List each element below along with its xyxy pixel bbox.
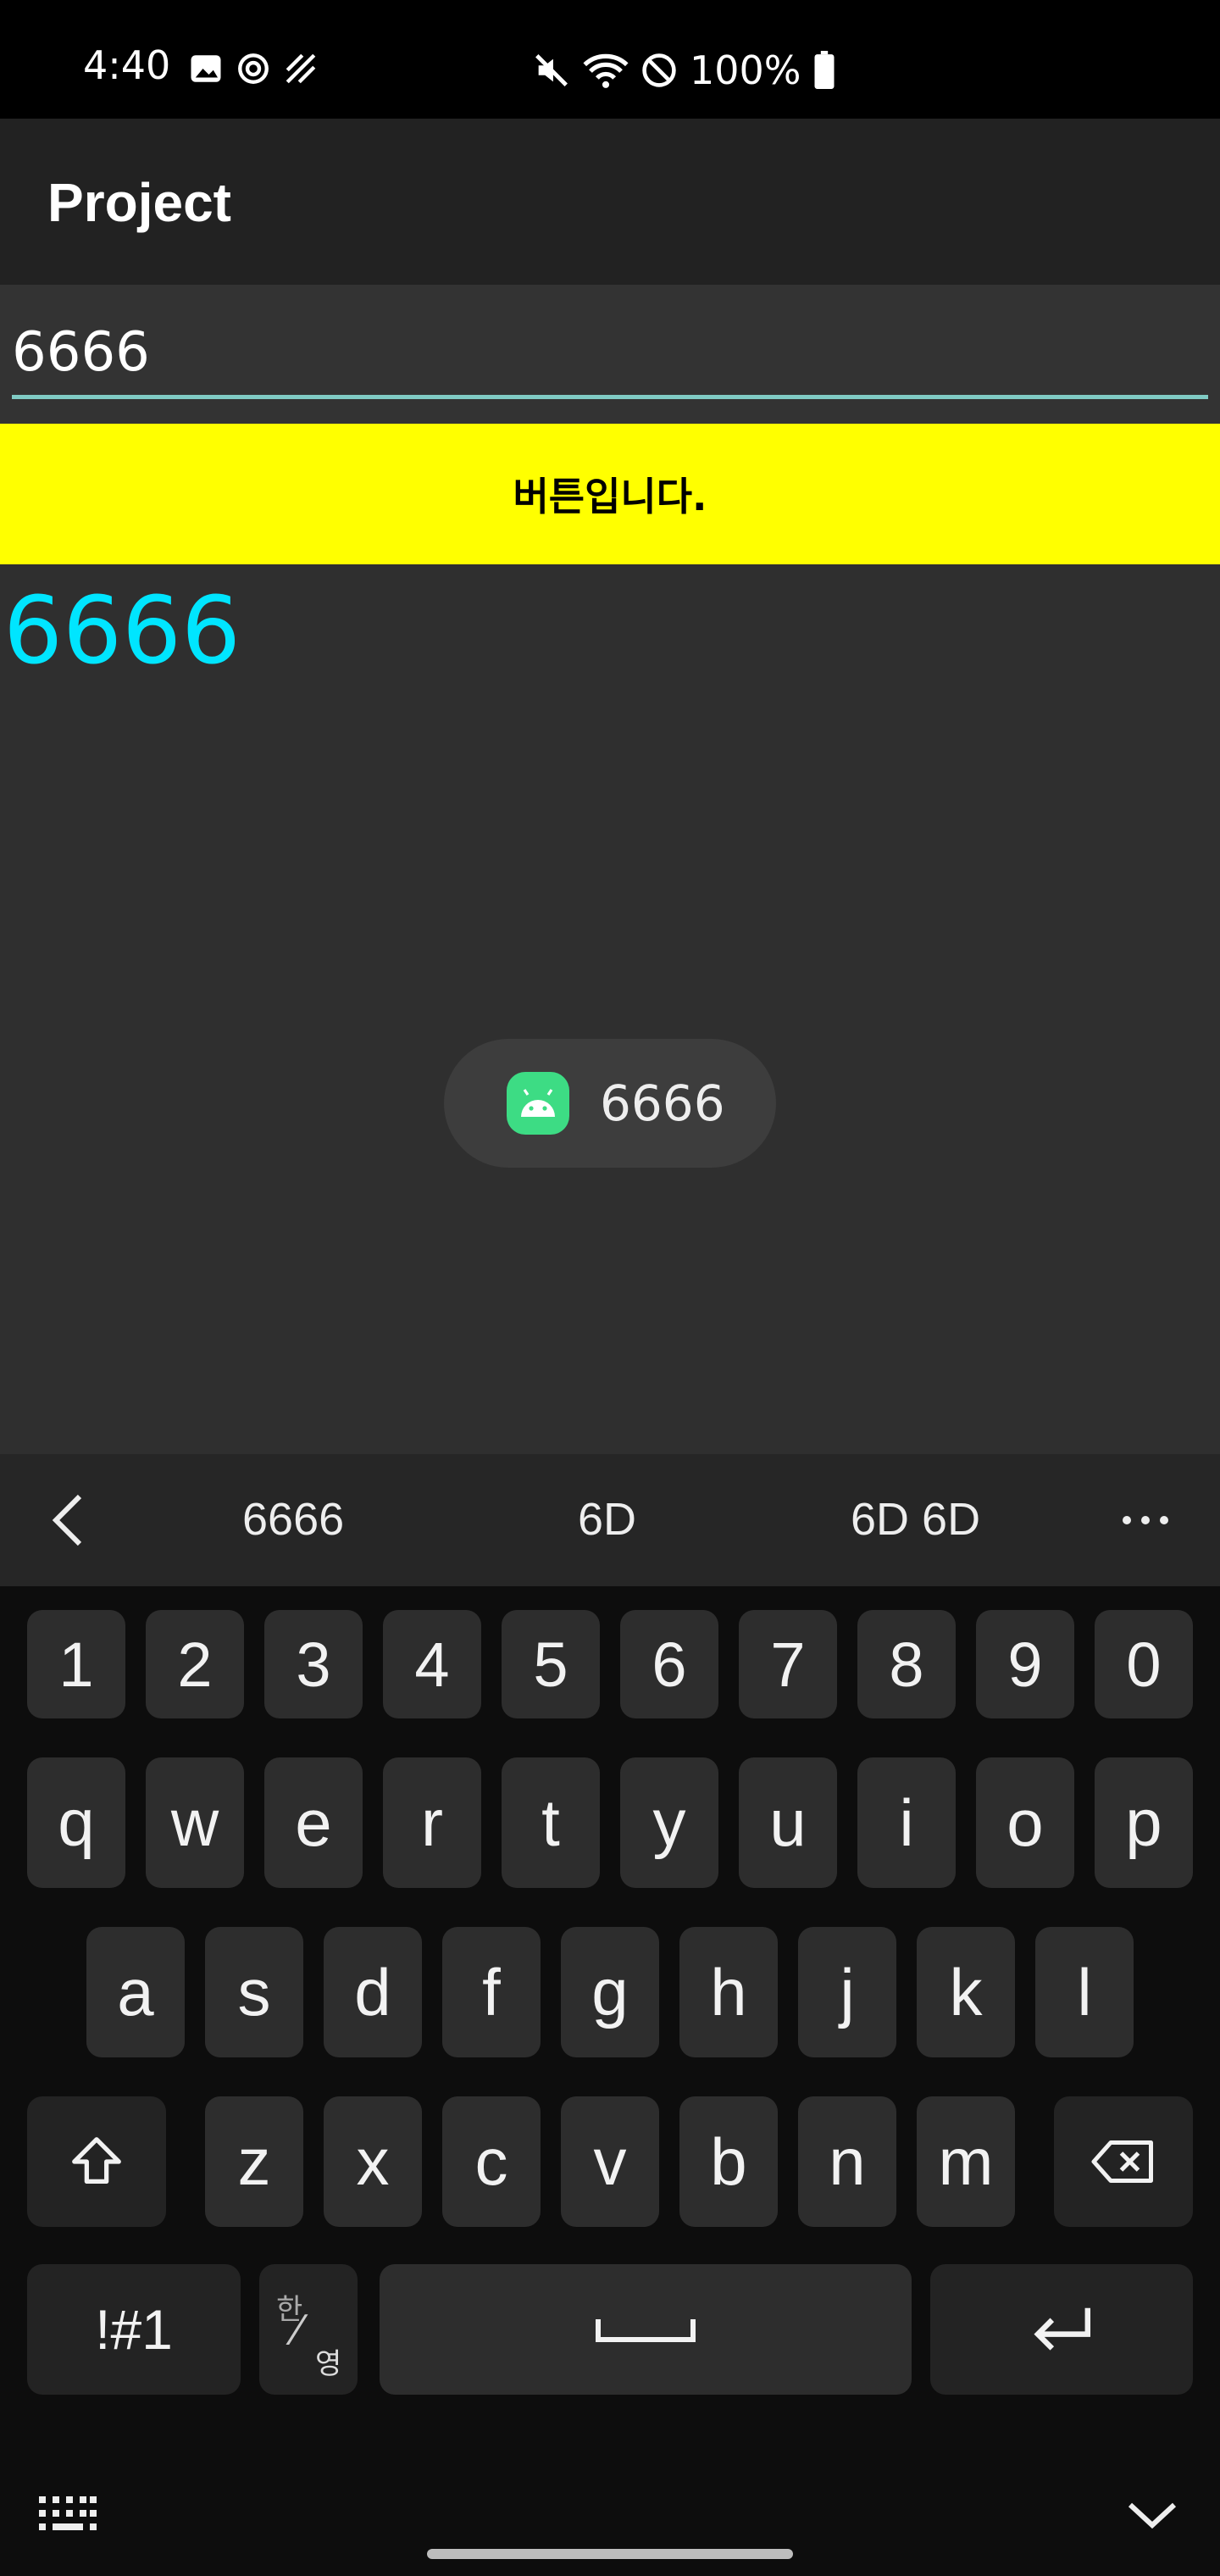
status-time: 4:40 [83, 42, 171, 88]
key-q[interactable]: q [27, 1757, 125, 1888]
app-bar: Project [0, 119, 1220, 285]
suggestion-3[interactable]: 6D 6D [851, 1493, 980, 1546]
suggestion-bar: 6666 6D 6D 6D [0, 1454, 1220, 1586]
gallery-icon [191, 55, 221, 82]
lang-slash: ⁄ [295, 2306, 302, 2355]
suggestion-2[interactable]: 6D [578, 1493, 636, 1546]
key-8[interactable]: 8 [857, 1610, 956, 1718]
key-1[interactable]: 1 [27, 1610, 125, 1718]
more-icon[interactable] [1120, 1510, 1171, 1530]
key-h[interactable]: h [679, 1927, 778, 2057]
key-y[interactable]: y [620, 1757, 718, 1888]
key-t[interactable]: t [502, 1757, 600, 1888]
key-4[interactable]: 4 [383, 1610, 481, 1718]
space-key[interactable] [380, 2264, 912, 2395]
hide-keyboard-icon[interactable] [1125, 2498, 1179, 2532]
toast-text: 6666 [600, 1074, 725, 1132]
symbols-key[interactable]: !#1 [27, 2264, 241, 2395]
status-right-icons: 100% [532, 47, 835, 93]
do-not-disturb-icon [642, 53, 676, 87]
status-bar: 4:40 100% [0, 0, 1220, 119]
key-o[interactable]: o [976, 1757, 1074, 1888]
key-5[interactable]: 5 [502, 1610, 600, 1718]
enter-icon [1034, 2307, 1091, 2351]
key-3[interactable]: 3 [264, 1610, 363, 1718]
input-container [0, 285, 1220, 424]
key-a[interactable]: a [86, 1927, 185, 2057]
app-title: Project [47, 172, 231, 233]
yellow-button[interactable]: 버튼입니다. [0, 424, 1220, 564]
key-6[interactable]: 6 [620, 1610, 718, 1718]
wifi-icon [583, 53, 629, 88]
status-left-icons [188, 51, 319, 86]
key-j[interactable]: j [798, 1927, 896, 2057]
key-w[interactable]: w [146, 1757, 244, 1888]
key-m[interactable]: m [917, 2096, 1015, 2227]
suggestion-1[interactable]: 6666 [242, 1493, 344, 1546]
key-k[interactable]: k [917, 1927, 1015, 2057]
language-key[interactable]: 한 ⁄ 영 [259, 2264, 358, 2395]
chevron-left-icon[interactable] [51, 1493, 85, 1547]
key-x[interactable]: x [324, 2096, 422, 2227]
text-input[interactable] [12, 310, 1208, 399]
key-d[interactable]: d [324, 1927, 422, 2057]
keyboard-grid-icon[interactable] [37, 2495, 98, 2532]
key-b[interactable]: b [679, 2096, 778, 2227]
result-text: 6666 [3, 576, 241, 685]
lang-bottom-label: 영 [315, 2347, 342, 2381]
key-f[interactable]: f [442, 1927, 541, 2057]
android-icon [507, 1072, 569, 1135]
keyboard: 1 2 3 4 5 6 7 8 9 0 q w e r t y u i o p … [0, 1586, 1220, 2576]
enter-key[interactable] [930, 2264, 1193, 2395]
key-9[interactable]: 9 [976, 1610, 1074, 1718]
sync-icon [238, 53, 269, 84]
key-n[interactable]: n [798, 2096, 896, 2227]
navigation-handle[interactable] [427, 2549, 793, 2559]
key-7[interactable]: 7 [739, 1610, 837, 1718]
key-s[interactable]: s [205, 1927, 303, 2057]
key-g[interactable]: g [561, 1927, 659, 2057]
key-u[interactable]: u [739, 1757, 837, 1888]
key-i[interactable]: i [857, 1757, 956, 1888]
shift-key[interactable] [27, 2096, 166, 2227]
key-r[interactable]: r [383, 1757, 481, 1888]
backspace-key[interactable] [1054, 2096, 1193, 2227]
toast: 6666 [444, 1039, 776, 1168]
key-e[interactable]: e [264, 1757, 363, 1888]
backspace-icon [1091, 2140, 1153, 2183]
key-l[interactable]: l [1035, 1927, 1134, 2057]
mute-icon [535, 54, 568, 86]
space-icon [596, 2319, 696, 2342]
key-v[interactable]: v [561, 2096, 659, 2227]
battery-percent: 100% [690, 47, 801, 93]
shift-icon [72, 2137, 121, 2184]
stripes-icon [286, 53, 316, 84]
key-p[interactable]: p [1095, 1757, 1193, 1888]
battery-icon [814, 51, 835, 89]
key-c[interactable]: c [442, 2096, 541, 2227]
key-2[interactable]: 2 [146, 1610, 244, 1718]
key-0[interactable]: 0 [1095, 1610, 1193, 1718]
key-z[interactable]: z [205, 2096, 303, 2227]
